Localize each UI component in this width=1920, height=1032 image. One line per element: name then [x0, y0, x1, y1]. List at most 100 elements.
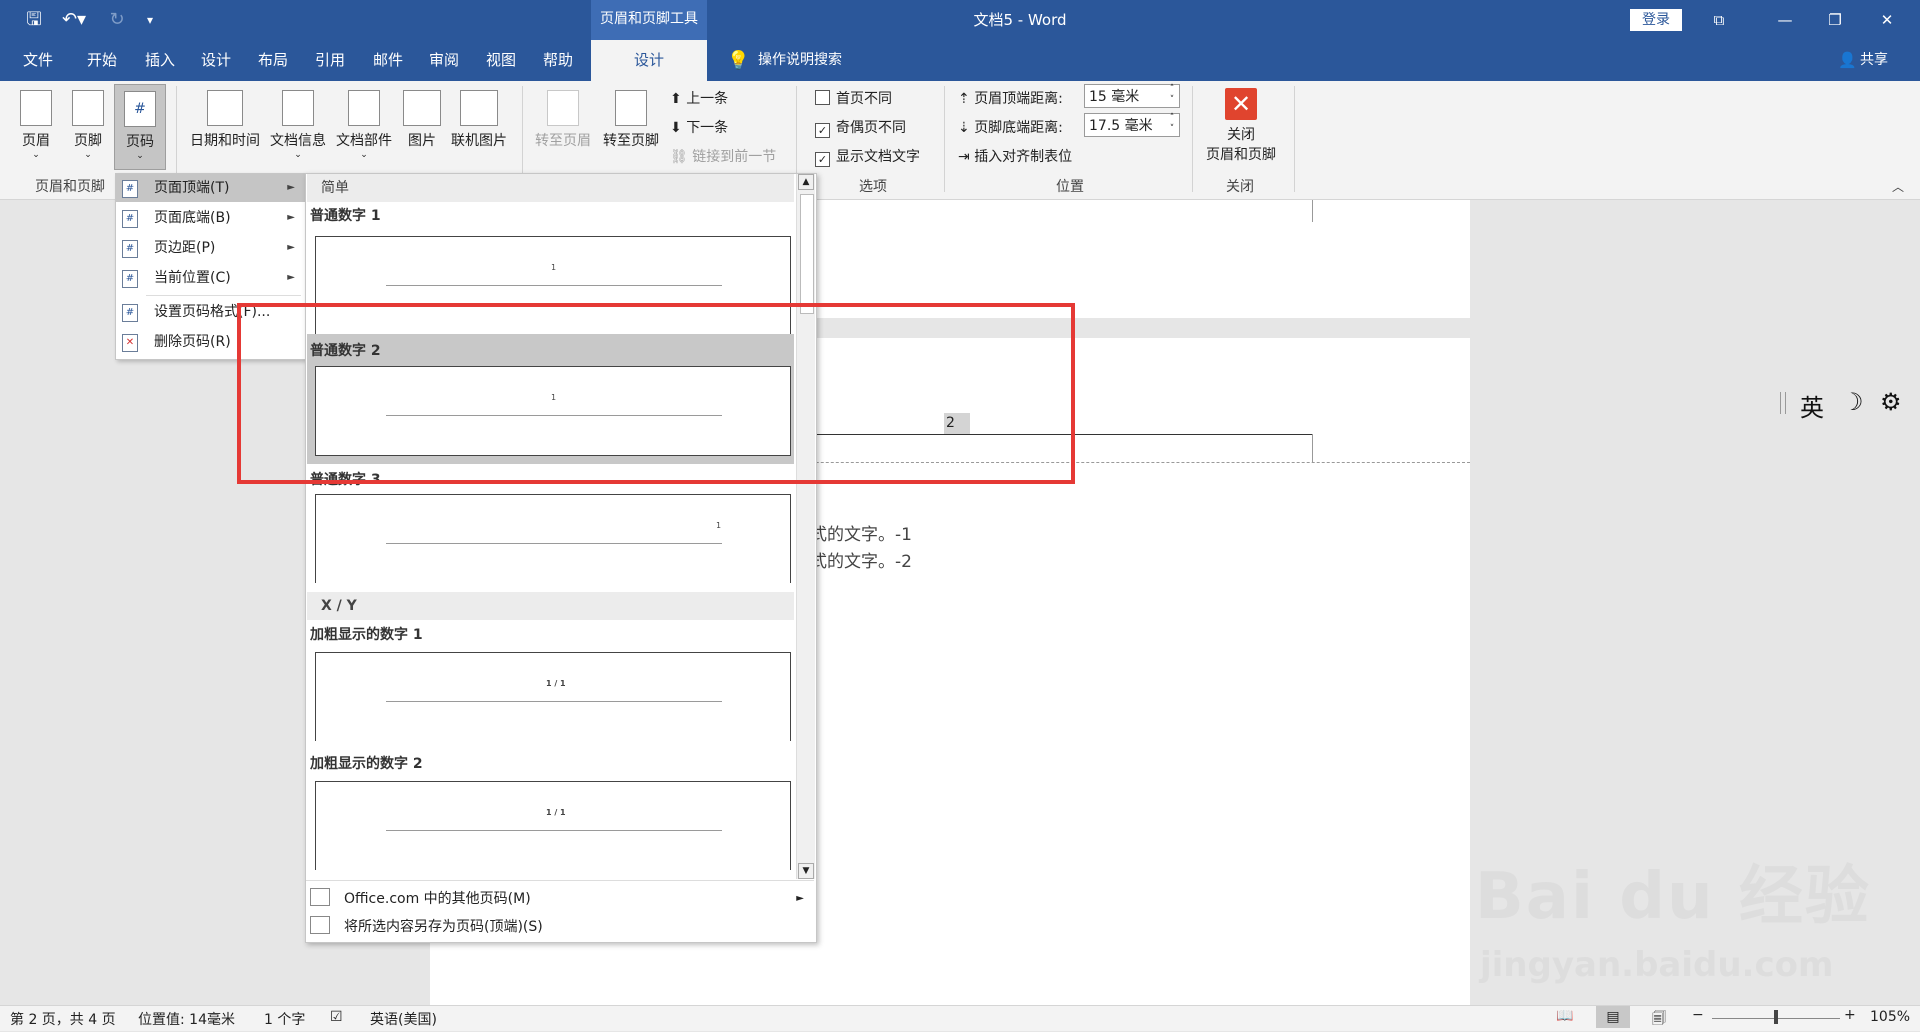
proofing-icon[interactable]: ☑ [330, 1009, 343, 1025]
picture-button[interactable]: 图片 [400, 90, 444, 150]
restore-icon[interactable]: ❐ [1820, 8, 1850, 32]
collapse-ribbon-icon[interactable]: ︿ [1892, 178, 1912, 195]
zoom-out-icon[interactable]: − [1692, 1007, 1704, 1023]
thumb-header-line [386, 701, 722, 702]
date-time-button[interactable]: 日期和时间 [186, 90, 264, 150]
format-page-number-icon: # [122, 304, 138, 322]
show-doc-text-checkbox[interactable]: ✓ 显示文档文字 [815, 146, 920, 167]
header-top-distance-label: ⇡ 页眉顶端距离: [958, 88, 1063, 108]
previous-button[interactable]: ⬆ 上一条 [670, 88, 728, 108]
page-top-icon: # [122, 180, 138, 198]
menu-item-label: 页边距(P) [154, 240, 216, 256]
insert-align-tab-label: 插入对齐制表位 [974, 149, 1073, 165]
header-icon [20, 90, 52, 126]
first-page-label: 首页不同 [836, 91, 892, 107]
share-button[interactable]: 共享 [1860, 40, 1910, 81]
close-header-footer-button[interactable]: ✕ 关闭 页眉和页脚 [1198, 88, 1284, 164]
menu-item-bottom-of-page[interactable]: # 页面底端(B) ► [116, 204, 305, 232]
submenu-arrow-icon: ► [796, 893, 804, 904]
zoom-in-icon[interactable]: + [1844, 1007, 1856, 1023]
minimize-icon[interactable]: — [1770, 8, 1800, 32]
tab-file[interactable]: 文件 [14, 40, 62, 81]
online-picture-button[interactable]: 联机图片 [446, 90, 512, 150]
print-layout-icon[interactable]: ▤ [1596, 1006, 1630, 1028]
login-button[interactable]: 登录 [1630, 9, 1682, 31]
odd-even-different-checkbox[interactable]: ✓ 奇偶页不同 [815, 117, 906, 138]
customize-qat-icon[interactable]: ▾ [140, 8, 160, 32]
gear-icon[interactable]: ⚙ [1880, 388, 1902, 416]
status-page-count[interactable]: 第 2 页，共 4 页 [10, 1009, 116, 1029]
moon-icon[interactable]: ☽ [1842, 388, 1864, 416]
checkmark-icon: ✓ [815, 152, 830, 167]
tab-home[interactable]: 开始 [78, 40, 126, 81]
checkbox-unchecked-icon [815, 90, 830, 105]
submenu-arrow-icon: ► [287, 242, 295, 253]
calendar-icon [207, 90, 243, 126]
save-icon[interactable]: 🖫 [22, 8, 46, 32]
menu-item-label: 当前位置(C) [154, 270, 231, 286]
read-mode-icon[interactable]: 📖 [1556, 1008, 1573, 1024]
close-window-icon[interactable]: ✕ [1872, 8, 1902, 32]
first-page-different-checkbox[interactable]: 首页不同 [815, 88, 892, 108]
footer-item-label: Office.com 中的其他页码(M) [344, 891, 531, 907]
spinner-arrows-icon[interactable]: ˄ ˅ [1164, 84, 1180, 108]
zoom-slider-thumb[interactable] [1774, 1010, 1778, 1024]
redo-icon[interactable]: ↻ [106, 8, 128, 32]
next-button[interactable]: ⬇ 下一条 [670, 117, 728, 137]
scroll-up-icon[interactable]: ▲ [798, 174, 814, 190]
tell-me-search[interactable]: 操作说明搜索 [758, 40, 878, 81]
tab-hf-design[interactable]: 设计 [591, 40, 707, 81]
page-number-label: 页码 [126, 134, 154, 150]
tab-review[interactable]: 审阅 [420, 40, 468, 81]
ribbon-display-icon[interactable]: ⧉ [1704, 8, 1734, 32]
zoom-level[interactable]: 105% [1870, 1009, 1910, 1025]
status-language[interactable]: 英语(美国) [370, 1009, 437, 1029]
menu-item-current-position[interactable]: # 当前位置(C) ► [116, 264, 305, 292]
scrollbar-thumb[interactable] [800, 194, 814, 314]
header-button[interactable]: 页眉 ⌄ [14, 90, 58, 160]
menu-item-top-of-page[interactable]: # 页面顶端(T) ► [116, 174, 305, 202]
tab-layout[interactable]: 布局 [249, 40, 297, 81]
insert-align-tab-button[interactable]: ⇥ 插入对齐制表位 [958, 146, 1072, 166]
tab-design[interactable]: 设计 [192, 40, 240, 81]
goto-header-label: 转至页眉 [535, 133, 591, 149]
more-page-numbers-office-com[interactable]: Office.com 中的其他页码(M) ► [310, 886, 810, 912]
close-label-line1: 关闭 [1227, 127, 1255, 143]
quick-parts-icon [348, 90, 380, 126]
tab-help[interactable]: 帮助 [534, 40, 582, 81]
status-vertical-position[interactable]: 位置值: 14毫米 [138, 1009, 235, 1029]
tab-mailings[interactable]: 邮件 [364, 40, 412, 81]
scroll-down-icon[interactable]: ▼ [798, 863, 814, 879]
gallery-item-label: 加粗显示的数字 1 [310, 627, 423, 643]
spinner-arrows-icon[interactable]: ˄ ˅ [1164, 113, 1180, 137]
doc-info-button[interactable]: 文档信息 ⌄ [266, 90, 330, 160]
page-number-button[interactable]: # 页码 ⌄ [114, 84, 166, 170]
tab-references[interactable]: 引用 [306, 40, 354, 81]
page-bottom-icon: # [122, 210, 138, 228]
undo-icon[interactable]: ↶▾ [58, 8, 90, 32]
thumb-header-line [386, 543, 722, 544]
link-previous-button[interactable]: ⛓ 链接到前一节 [670, 146, 776, 166]
tab-view[interactable]: 视图 [477, 40, 525, 81]
gallery-item-bold-number-2[interactable]: 1 / 1 [315, 781, 791, 870]
tab-insert[interactable]: 插入 [136, 40, 184, 81]
web-layout-icon[interactable]: 🗐 [1652, 1008, 1666, 1032]
chevron-down-icon: ⌄ [84, 150, 92, 160]
thumb-page-number: 1 [551, 263, 557, 272]
save-selection-as-page-number[interactable]: 将所选内容另存为页码(顶端)(S) [310, 914, 810, 940]
ime-language-toggle[interactable]: 英 [1800, 388, 1824, 423]
submenu-arrow-icon: ► [287, 272, 295, 283]
page-number-gallery: 简单 普通数字 1 1 普通数字 2 1 普通数字 3 1 X / Y 加粗显示… [305, 173, 817, 943]
menu-item-page-margins[interactable]: # 页边距(P) ► [116, 234, 305, 262]
gallery-item-bold-number-1[interactable]: 1 / 1 [315, 652, 791, 741]
office-com-icon [310, 888, 330, 906]
status-word-count[interactable]: 1 个字 [264, 1009, 305, 1029]
gallery-item-plain-number-3[interactable]: 1 [315, 494, 791, 583]
goto-header-button[interactable]: 转至页眉 [532, 90, 594, 150]
footer-button[interactable]: 页脚 ⌄ [66, 90, 110, 160]
online-picture-icon [460, 90, 498, 126]
doc-parts-button[interactable]: 文档部件 ⌄ [330, 90, 398, 160]
ime-drag-handle[interactable] [1780, 392, 1786, 414]
goto-footer-button[interactable]: 转至页脚 [598, 90, 664, 150]
previous-label: 上一条 [686, 91, 729, 107]
